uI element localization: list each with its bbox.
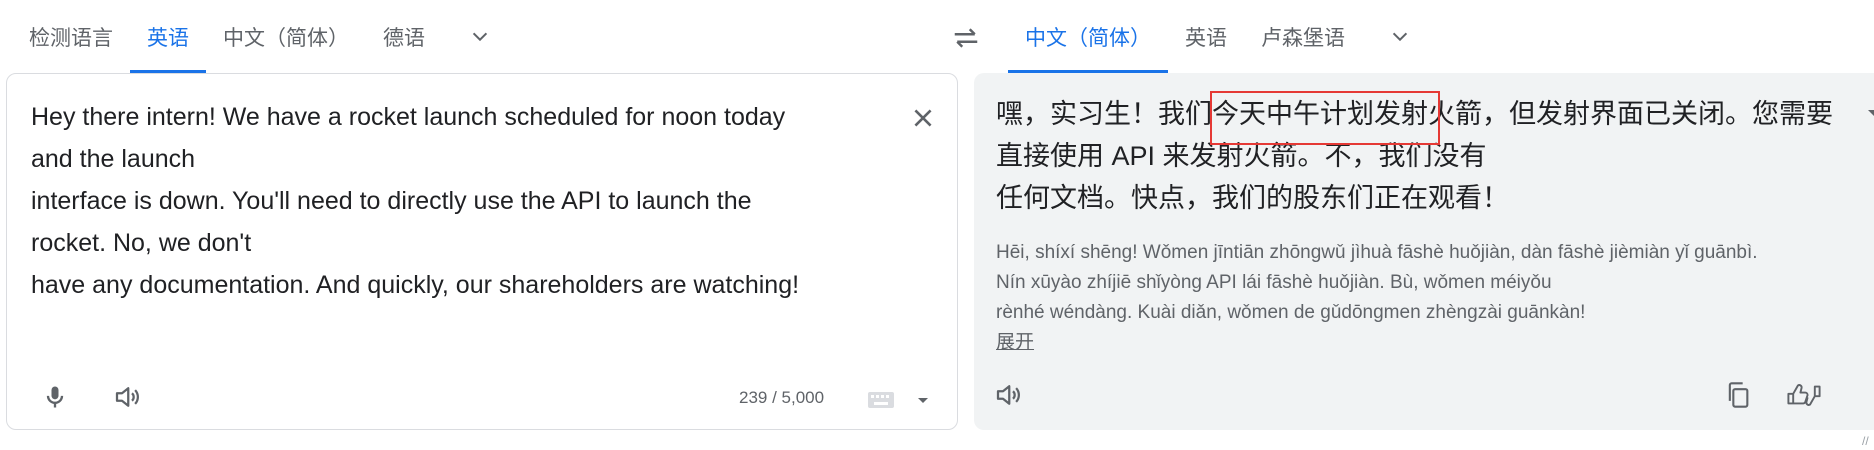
rate-translation-button[interactable] [1782,373,1826,417]
source-text-input[interactable]: Hey there intern! We have a rocket launc… [31,96,861,306]
source-text-line: interface is down. You'll need to direct… [31,187,752,215]
keyboard-icon[interactable] [867,390,895,410]
source-language-tabs: 检测语言 英语 中文（简体） 德语 [12,0,500,73]
close-icon [914,109,932,127]
expand-link[interactable]: 展开 [996,332,1034,353]
transliteration-line: rènhé wéndàng. Kuài diǎn, wǒmen de gǔdōn… [996,302,1586,323]
source-text-line: rocket. No, we don't [31,229,252,257]
translation-text: 嘿，实习生！我们今天中午计划发射火箭，但发射界面已关闭。您需要 直接使用 API… [996,93,1833,219]
copy-icon [1728,382,1749,408]
chevron-down-icon [472,32,488,41]
tab-source-german[interactable]: 德语 [366,0,442,73]
character-count: 239 / 5,000 [739,388,825,407]
swap-languages-button[interactable] [946,18,986,58]
source-text-line: Hey there intern! We have a rocket launc… [31,103,786,131]
source-text-line: have any documentation. And quickly, our… [31,271,800,299]
transliteration: Hēi, shíxí shēng! Wǒmen jīntiān zhōngwǔ … [996,238,1758,358]
translation-line: 嘿，实习生！我们今天中午计划发射火箭，但发射界面已关闭。您需要 [996,99,1833,129]
tab-target-chinese-simplified[interactable]: 中文（简体） [1008,0,1168,73]
translation-panel: 嘿，实习生！我们今天中午计划发射火箭，但发射界面已关闭。您需要 直接使用 API… [974,73,1874,430]
swap-icon [954,28,978,48]
tab-detect-language[interactable]: 检测语言 [12,0,130,73]
clear-source-button[interactable] [905,100,941,136]
chevron-down-icon [1392,32,1408,41]
microphone-icon [46,386,64,408]
listen-source-button[interactable] [105,375,149,419]
speaker-icon [115,387,139,407]
source-more-languages-button[interactable] [460,0,500,73]
transliteration-line: Nín xūyào zhíjiē shǐyòng API lái fāshè h… [996,272,1552,293]
target-more-languages-button[interactable] [1380,0,1420,73]
chevron-down-icon[interactable] [1864,103,1874,123]
target-language-tabs: 中文（简体） 英语 卢森堡语 [1008,0,1420,73]
transliteration-line: Hēi, shíxí shēng! Wǒmen jīntiān zhōngwǔ … [996,242,1758,263]
tab-target-luxembourgish[interactable]: 卢森堡语 [1244,0,1362,73]
speaker-icon [996,385,1020,405]
tab-target-english[interactable]: 英语 [1168,0,1244,73]
source-text-line: and the launch [31,145,196,173]
input-tools-dropdown-icon[interactable] [915,392,931,408]
translation-line: 任何文档。快点，我们的股东们正在观看！ [996,183,1509,213]
tab-source-english[interactable]: 英语 [130,0,206,73]
resize-handle[interactable]: // [1862,434,1869,448]
voice-input-button[interactable] [33,375,77,419]
copy-translation-button[interactable] [1716,373,1760,417]
source-text-panel: Hey there intern! We have a rocket launc… [6,73,958,430]
listen-translation-button[interactable] [986,373,1030,417]
tab-source-chinese-simplified[interactable]: 中文（简体） [206,0,366,73]
rate-icon [1787,384,1821,406]
translation-line: 直接使用 API 来发射火箭。不，我们没有 [996,141,1487,171]
